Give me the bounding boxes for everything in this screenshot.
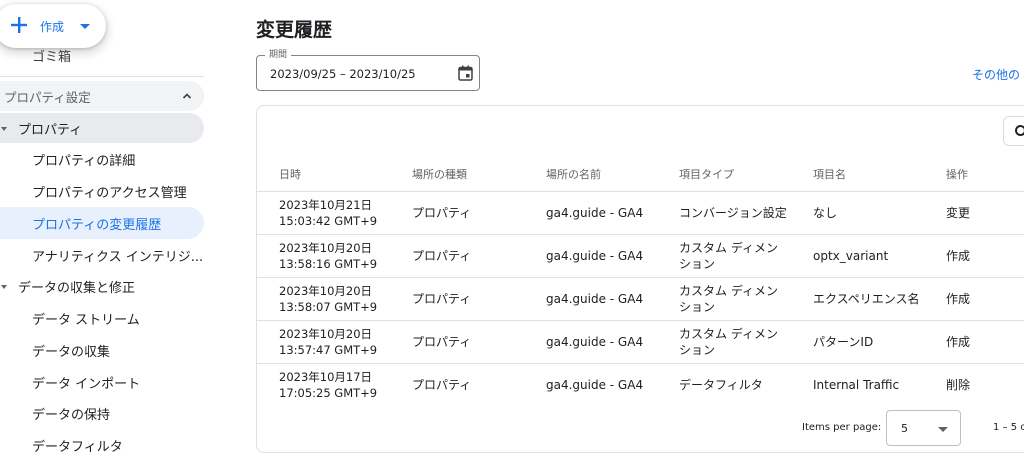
plus-icon (11, 17, 27, 33)
sidebar-item-data-import[interactable]: データ インポート (0, 366, 204, 398)
calendar-icon[interactable] (458, 65, 473, 81)
create-button[interactable]: 作成 (0, 4, 106, 48)
sidebar-section-property-settings[interactable]: プロパティ設定 (0, 81, 204, 111)
sidebar-item-data-filters[interactable]: データフィルタ (0, 429, 204, 461)
cell-item-type: コンバージョン設定 (679, 206, 787, 220)
other-link[interactable]: その他の (972, 66, 1020, 83)
search-button[interactable] (1003, 116, 1024, 146)
date-range-legend: 期間 (265, 50, 292, 60)
cell-location-name: ga4.guide - GA4 (546, 249, 644, 263)
cell-datetime: 2023年10月20日 13:58:07 GMT+9 (279, 284, 378, 314)
cell-item-type: カスタム ディメンション (679, 284, 778, 314)
cell-item-type: カスタム ディメンション (679, 241, 778, 271)
column-header-location-type[interactable]: 場所の種類 (412, 166, 467, 182)
expand-arrow-icon (1, 127, 7, 131)
sidebar-item-property-change-history[interactable]: プロパティの変更履歴 (0, 207, 204, 239)
cell-location-type: プロパティ (412, 292, 472, 306)
date-range-field[interactable]: 期間 2023/09/25 – 2023/10/25 (256, 50, 480, 91)
sidebar-item-data-streams[interactable]: データ ストリーム (0, 302, 204, 334)
search-icon (1015, 125, 1024, 136)
column-header-item-name[interactable]: 項目名 (813, 166, 846, 182)
cell-location-type: プロパティ (412, 335, 472, 349)
cell-action: 削除 (946, 378, 971, 392)
cell-action: 変更 (946, 206, 971, 220)
sidebar-item-analytics-intelligence[interactable]: アナリティクス インテリジ... (0, 239, 204, 271)
items-per-page-label: Items per page: (802, 422, 882, 433)
column-header-datetime[interactable]: 日時 (279, 166, 301, 182)
sidebar-item-data-retention[interactable]: データの保持 (0, 397, 204, 429)
cell-item-name: なし (813, 206, 838, 220)
page-title: 変更履歴 (256, 19, 333, 41)
column-header-action[interactable]: 操作 (946, 166, 968, 182)
sidebar-section-label: プロパティ設定 (4, 89, 91, 105)
table-row[interactable]: 2023年10月17日 17:05:25 GMT+9 プロパティ ga4.gui… (257, 364, 1024, 407)
items-per-page-select[interactable]: 5 (886, 410, 961, 446)
table-row[interactable]: 2023年10月20日 13:58:16 GMT+9 プロパティ ga4.gui… (257, 235, 1024, 278)
cell-item-type: データフィルタ (679, 378, 763, 392)
cell-location-name: ga4.guide - GA4 (546, 292, 644, 306)
sidebar-group-label: データの収集と修正 (18, 280, 136, 296)
cell-datetime: 2023年10月20日 13:57:47 GMT+9 (279, 327, 378, 357)
pagination-range: 1 – 5 c (993, 422, 1024, 433)
table-row[interactable]: 2023年10月20日 13:58:07 GMT+9 プロパティ ga4.gui… (257, 278, 1024, 321)
caret-down-icon (80, 24, 90, 29)
cell-item-type: カスタム ディメンション (679, 327, 778, 357)
chevron-up-icon (182, 93, 192, 99)
cell-datetime: 2023年10月17日 17:05:25 GMT+9 (279, 370, 378, 400)
cell-item-name: エクスペリエンス名 (813, 292, 920, 306)
sidebar-group-label: プロパティ (18, 122, 83, 138)
column-header-location-name[interactable]: 場所の名前 (546, 166, 601, 182)
cell-location-name: ga4.guide - GA4 (546, 335, 644, 349)
cell-item-name: Internal Traffic (813, 378, 900, 392)
cell-location-type: プロパティ (412, 206, 472, 220)
main-content: 変更履歴 期間 2023/09/25 – 2023/10/25 その他の 日時 (216, 0, 1024, 474)
column-header-item-type[interactable]: 項目タイプ (679, 166, 734, 182)
sidebar-item-data-collection[interactable]: データの収集 (0, 334, 204, 366)
create-button-label: 作成 (40, 20, 65, 34)
cell-location-type: プロパティ (412, 378, 472, 392)
cell-action: 作成 (946, 249, 971, 263)
cell-action: 作成 (946, 335, 971, 349)
table-row[interactable]: 2023年10月20日 13:57:47 GMT+9 プロパティ ga4.gui… (257, 321, 1024, 364)
cell-location-name: ga4.guide - GA4 (546, 206, 644, 220)
sidebar-group-property[interactable]: プロパティ (0, 113, 204, 143)
sidebar-group-data-collection[interactable]: データの収集と修正 (0, 271, 204, 301)
sidebar-item-property-access[interactable]: プロパティのアクセス管理 (0, 175, 204, 207)
sidebar-item-trash[interactable]: ゴミ箱 (32, 46, 71, 65)
cell-location-type: プロパティ (412, 249, 472, 263)
table-row[interactable]: 2023年10月21日 15:03:42 GMT+9 プロパティ ga4.gui… (257, 192, 1024, 235)
change-history-table-card: 日時 場所の種類 場所の名前 項目タイプ 項目名 操作 2023年10月21日 … (256, 105, 1024, 453)
sidebar: 作成 ゴミ箱 プロパティ設定 プロパティ プロパティの詳細 プロパティのアクセス… (0, 0, 216, 474)
dropdown-arrow-icon (938, 427, 948, 432)
date-range-value: 2023/09/25 – 2023/10/25 (270, 67, 416, 81)
items-per-page-value: 5 (901, 422, 908, 435)
cell-location-name: ga4.guide - GA4 (546, 378, 644, 392)
cell-action: 作成 (946, 292, 971, 306)
expand-arrow-icon (1, 285, 7, 289)
sidebar-divider (0, 76, 204, 77)
cell-item-name: optx_variant (813, 249, 889, 263)
cell-datetime: 2023年10月21日 15:03:42 GMT+9 (279, 198, 378, 228)
app-root: 作成 ゴミ箱 プロパティ設定 プロパティ プロパティの詳細 プロパティのアクセス… (0, 0, 1024, 474)
cell-item-name: パターンID (813, 335, 874, 349)
cell-datetime: 2023年10月20日 13:58:16 GMT+9 (279, 241, 378, 271)
sidebar-item-property-details[interactable]: プロパティの詳細 (0, 143, 204, 175)
